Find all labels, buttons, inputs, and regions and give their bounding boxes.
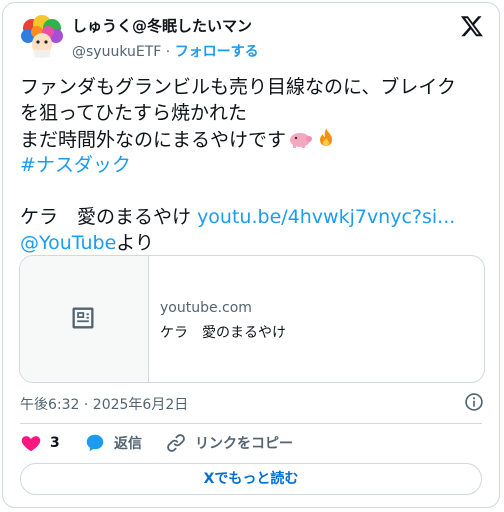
- tweet-timestamp[interactable]: 午後6:32 · 2025年6月2日: [20, 394, 188, 414]
- fire-emoji-icon: [320, 128, 333, 146]
- mention-suffix-text: より: [116, 232, 154, 254]
- youtube-url-link[interactable]: youtu.be/4hvwkj7vnyc?si...: [197, 206, 455, 228]
- tweet-line: まだ時間外なのにまるやけです: [20, 126, 490, 152]
- tweet-line: ファンダもグランビルも売り目線なのに、ブレイク: [20, 76, 457, 98]
- pig-emoji-icon: [290, 133, 313, 148]
- divider: [20, 423, 482, 424]
- avatar[interactable]: [20, 14, 64, 58]
- author-display-name[interactable]: しゅうく@冬眠したいマン: [72, 15, 252, 36]
- hashtag-link[interactable]: #ナスダック: [20, 154, 131, 176]
- afro-avatar-icon: [20, 14, 64, 58]
- copy-link-label: リンクをコピー: [195, 436, 293, 452]
- heart-icon: [21, 436, 41, 452]
- link-icon: [167, 434, 185, 452]
- tweet-line-text: まだ時間外なのにまるやけです: [20, 129, 287, 151]
- mention-link[interactable]: @YouTube: [20, 232, 116, 254]
- link-preview-thumbnail: [20, 256, 149, 382]
- link-preview-domain: youtube.com: [160, 300, 252, 316]
- like-count: 3: [50, 435, 60, 451]
- author-handle[interactable]: @syuukuETF: [72, 44, 161, 60]
- follow-button[interactable]: フォローする: [175, 44, 259, 60]
- x-logo-icon[interactable]: [460, 14, 484, 38]
- news-article-icon: [72, 307, 94, 329]
- reply-bubble-icon: [86, 434, 104, 452]
- tweet-line: @YouTubeより: [20, 230, 490, 256]
- info-icon[interactable]: [464, 392, 484, 412]
- tweet-text: ファンダもグランビルも売り目線なのに、ブレイク を狙ってひたすら焼かれた まだ時…: [20, 74, 490, 256]
- reply-label: 返信: [114, 436, 142, 452]
- handle-separator: ·: [165, 44, 171, 60]
- song-title-text: ケラ 愛のまるやけ: [20, 206, 192, 228]
- like-button[interactable]: 3: [20, 432, 60, 454]
- reply-button[interactable]: 返信: [84, 432, 142, 454]
- link-preview-card[interactable]: youtube.com ケラ 愛のまるやけ: [19, 255, 485, 383]
- copy-link-button[interactable]: リンクをコピー: [165, 432, 293, 454]
- tweet-line: #ナスダック: [20, 152, 490, 178]
- link-preview-title: ケラ 愛のまるやけ: [160, 325, 286, 341]
- read-more-button[interactable]: Xでもっと読む: [20, 463, 482, 495]
- tweet-line: ケラ 愛のまるやけ youtu.be/4hvwkj7vnyc?si...: [20, 204, 490, 230]
- tweet-line: を狙ってひたすら焼かれた: [20, 102, 248, 124]
- author-handle-line: @syuukuETF · フォローする: [72, 41, 259, 61]
